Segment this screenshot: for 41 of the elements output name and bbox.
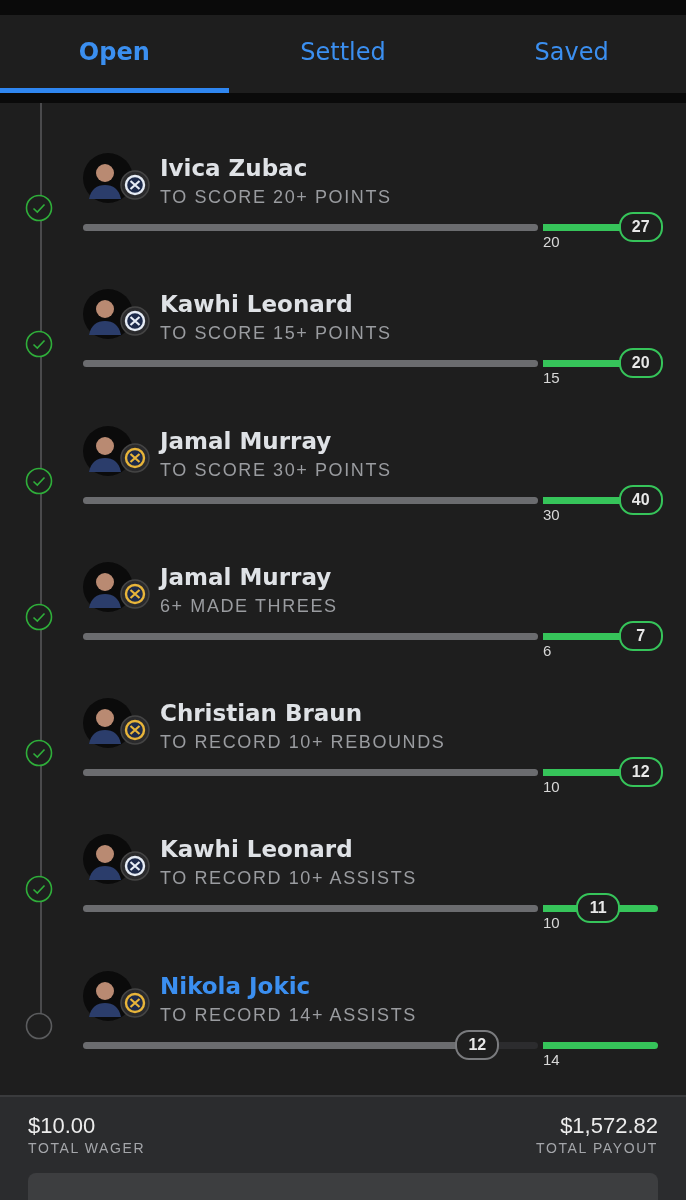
payout-amount: $1,572.82: [560, 1113, 658, 1139]
market-label: TO RECORD 14+ ASSISTS: [160, 1003, 417, 1027]
player-name: Kawhi Leonard: [160, 835, 353, 865]
player-name: Ivica Zubac: [160, 154, 308, 183]
team-logo-icon: [120, 306, 150, 337]
team-logo-icon: [120, 987, 150, 1018]
player-name: Kawhi Leonard: [160, 290, 353, 320]
current-value: 11: [576, 893, 621, 924]
player-name: Jamal Murray: [160, 426, 332, 456]
market-label: TO SCORE 20+ POINTS: [160, 186, 392, 209]
team-logo-icon: [120, 578, 150, 609]
target-value: 6: [543, 641, 552, 659]
current-value: 20: [618, 348, 663, 379]
current-value: 27: [618, 212, 663, 242]
target-value: 20: [543, 233, 560, 250]
market-label: TO RECORD 10+ ASSISTS: [160, 867, 417, 891]
target-value: 10: [543, 778, 560, 796]
player-name: Jamal Murray: [160, 562, 332, 592]
team-logo-icon: [120, 851, 150, 882]
target-value: 10: [543, 914, 560, 932]
market-label: TO SCORE 30+ POINTS: [160, 458, 392, 482]
wager-label: TOTAL WAGER: [28, 1139, 146, 1157]
market-label: 6+ MADE THREES: [160, 594, 338, 618]
team-logo-icon: [120, 170, 150, 200]
tab[interactable]: Settled: [228, 15, 458, 93]
target-value: 30: [543, 505, 560, 523]
market-label: TO SCORE 15+ POINTS: [160, 322, 392, 346]
team-logo-icon: [120, 715, 150, 746]
current-value: 12: [455, 1029, 500, 1060]
payout-label: TOTAL PAYOUT: [536, 1139, 658, 1157]
current-value: 7: [618, 620, 663, 651]
market-label: TO RECORD 10+ REBOUNDS: [160, 731, 446, 755]
current-value: 12: [618, 757, 663, 788]
target-value: 15: [543, 369, 560, 387]
player-name: Christian Braun: [160, 699, 363, 729]
player-name: Nikola Jokic: [160, 971, 311, 1001]
wager-amount: $10.00: [28, 1113, 96, 1139]
target-value: 14: [543, 1050, 560, 1068]
team-logo-icon: [120, 442, 150, 473]
current-value: 40: [618, 484, 663, 515]
tab[interactable]: Saved: [457, 15, 686, 93]
